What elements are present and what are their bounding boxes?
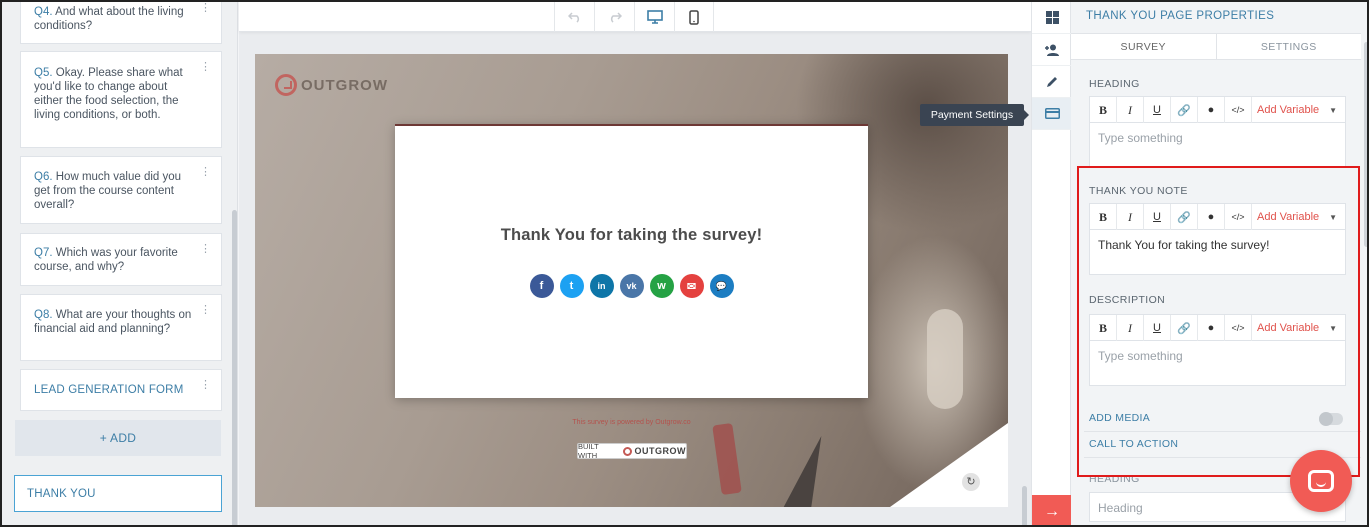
thank-you-label: THANK YOU (27, 488, 96, 500)
more-options-icon[interactable]: ⋮ (200, 380, 211, 391)
messenger-icon[interactable]: 💬 (709, 274, 734, 298)
refresh-icon[interactable]: ↻ (962, 473, 980, 491)
whatsapp-icon[interactable]: w (649, 274, 674, 298)
heading-editor: B I U 🔗 ● </> Add Variable ▼ Type somethi… (1089, 96, 1346, 166)
email-icon[interactable]: ✉ (679, 274, 704, 298)
heading-input[interactable]: Type something (1090, 123, 1345, 153)
question-card-q6[interactable]: Q6. How much value did you get from the … (20, 156, 222, 224)
caret-down-icon: ▼ (1329, 105, 1337, 115)
panel-scrollbar[interactable] (1364, 42, 1367, 247)
add-user-icon[interactable] (1032, 34, 1072, 66)
link-icon[interactable]: 🔗 (1171, 97, 1198, 123)
code-icon[interactable]: </> (1225, 97, 1252, 123)
mobile-icon[interactable] (674, 2, 714, 32)
add-label: ADD (110, 431, 137, 445)
underline-button[interactable]: U (1144, 97, 1171, 123)
add-question-button[interactable]: + ADD (15, 420, 221, 456)
heading-label: HEADING (1089, 78, 1140, 90)
more-options-icon[interactable]: ⋮ (200, 62, 211, 73)
plus-icon: + (99, 431, 108, 445)
highlight-box (1077, 166, 1360, 477)
next-arrow-button[interactable]: → (1032, 495, 1072, 525)
chat-support-button[interactable] (1290, 450, 1352, 512)
question-number: Q7. (34, 247, 53, 259)
redo-icon[interactable] (594, 2, 634, 32)
more-options-icon[interactable]: ⋮ (200, 3, 211, 14)
preview-area: OUTGROW Thank You for taking the survey!… (239, 2, 1031, 525)
lead-generation-form-card[interactable]: LEAD GENERATION FORM ⋮ (20, 369, 222, 411)
chat-icon (1308, 470, 1334, 492)
more-options-icon[interactable]: ⋮ (200, 244, 211, 255)
question-number: Q4. (34, 6, 53, 18)
question-card-q8[interactable]: Q8. What are your thoughts on financial … (20, 294, 222, 361)
tab-settings[interactable]: SETTINGS (1215, 34, 1362, 59)
thank-you-page-card[interactable]: THANK YOU (14, 475, 222, 512)
color-drop-icon[interactable]: ● (1198, 97, 1225, 123)
italic-button[interactable]: I (1117, 97, 1144, 123)
preview-toolbar (239, 2, 1031, 32)
question-number: Q6. (34, 171, 53, 183)
question-text: How much value did you get from the cour… (34, 171, 182, 211)
sidebar-scrollbar[interactable] (232, 210, 237, 525)
background-diploma-image (927, 309, 963, 409)
facebook-icon[interactable]: f (529, 274, 554, 298)
app-window: Q4. And what about the living conditions… (0, 0, 1369, 527)
question-card-q4[interactable]: Q4. And what about the living conditions… (20, 2, 222, 44)
bold-button[interactable]: B (1090, 97, 1117, 123)
question-text: What are your thoughts on financial aid … (34, 309, 192, 335)
twitter-icon[interactable]: t (559, 274, 584, 298)
share-buttons: f t in vk w ✉ 💬 (395, 274, 868, 298)
tab-survey[interactable]: SURVEY (1071, 34, 1216, 59)
built-with-badge[interactable]: BUILT WITH OUTGROW (577, 442, 687, 460)
dashboard-icon[interactable] (1032, 2, 1072, 34)
outgrow-logo: OUTGROW (275, 74, 388, 96)
question-card-q7[interactable]: Q7. Which was your favorite course, and … (20, 233, 222, 286)
question-text: And what about the living conditions? (34, 6, 184, 32)
question-number: Q8. (34, 309, 53, 321)
preview-scrollbar[interactable] (1022, 486, 1027, 525)
vk-icon[interactable]: vk (619, 274, 644, 298)
credit-card-icon[interactable] (1032, 98, 1072, 130)
thank-you-message: Thank You for taking the survey! (500, 226, 763, 244)
question-sidebar: Q4. And what about the living conditions… (2, 2, 238, 525)
panel-title: THANK YOU PAGE PROPERTIES (1086, 10, 1275, 22)
pencil-icon[interactable] (1032, 66, 1072, 98)
settings-icon-strip: → (1031, 2, 1072, 525)
more-options-icon[interactable]: ⋮ (200, 167, 211, 178)
lead-form-label: LEAD GENERATION FORM (34, 384, 184, 396)
question-text: Okay. Please share what you'd like to ch… (34, 67, 183, 121)
background-tassel-image (783, 431, 835, 507)
panel-tabs: SURVEY SETTINGS (1071, 33, 1361, 60)
desktop-icon[interactable] (634, 2, 674, 32)
question-card-q5[interactable]: Q5. Okay. Please share what you'd like t… (20, 51, 222, 148)
linkedin-icon[interactable]: in (589, 274, 614, 298)
undo-icon[interactable] (554, 2, 594, 32)
heading-editor-toolbar: B I U 🔗 ● </> Add Variable ▼ (1090, 97, 1345, 123)
thank-you-card: Thank You for taking the survey! f t in … (395, 124, 868, 398)
more-options-icon[interactable]: ⋮ (200, 305, 211, 316)
question-text: Which was your favorite course, and why? (34, 247, 178, 273)
outgrow-mini-logo-icon (622, 446, 632, 456)
payment-settings-tooltip: Payment Settings (920, 104, 1029, 126)
outgrow-logo-icon (275, 74, 297, 96)
add-variable-dropdown[interactable]: Add Variable ▼ (1252, 97, 1345, 123)
question-number: Q5. (34, 67, 53, 79)
survey-preview-canvas: OUTGROW Thank You for taking the survey!… (255, 54, 1008, 507)
